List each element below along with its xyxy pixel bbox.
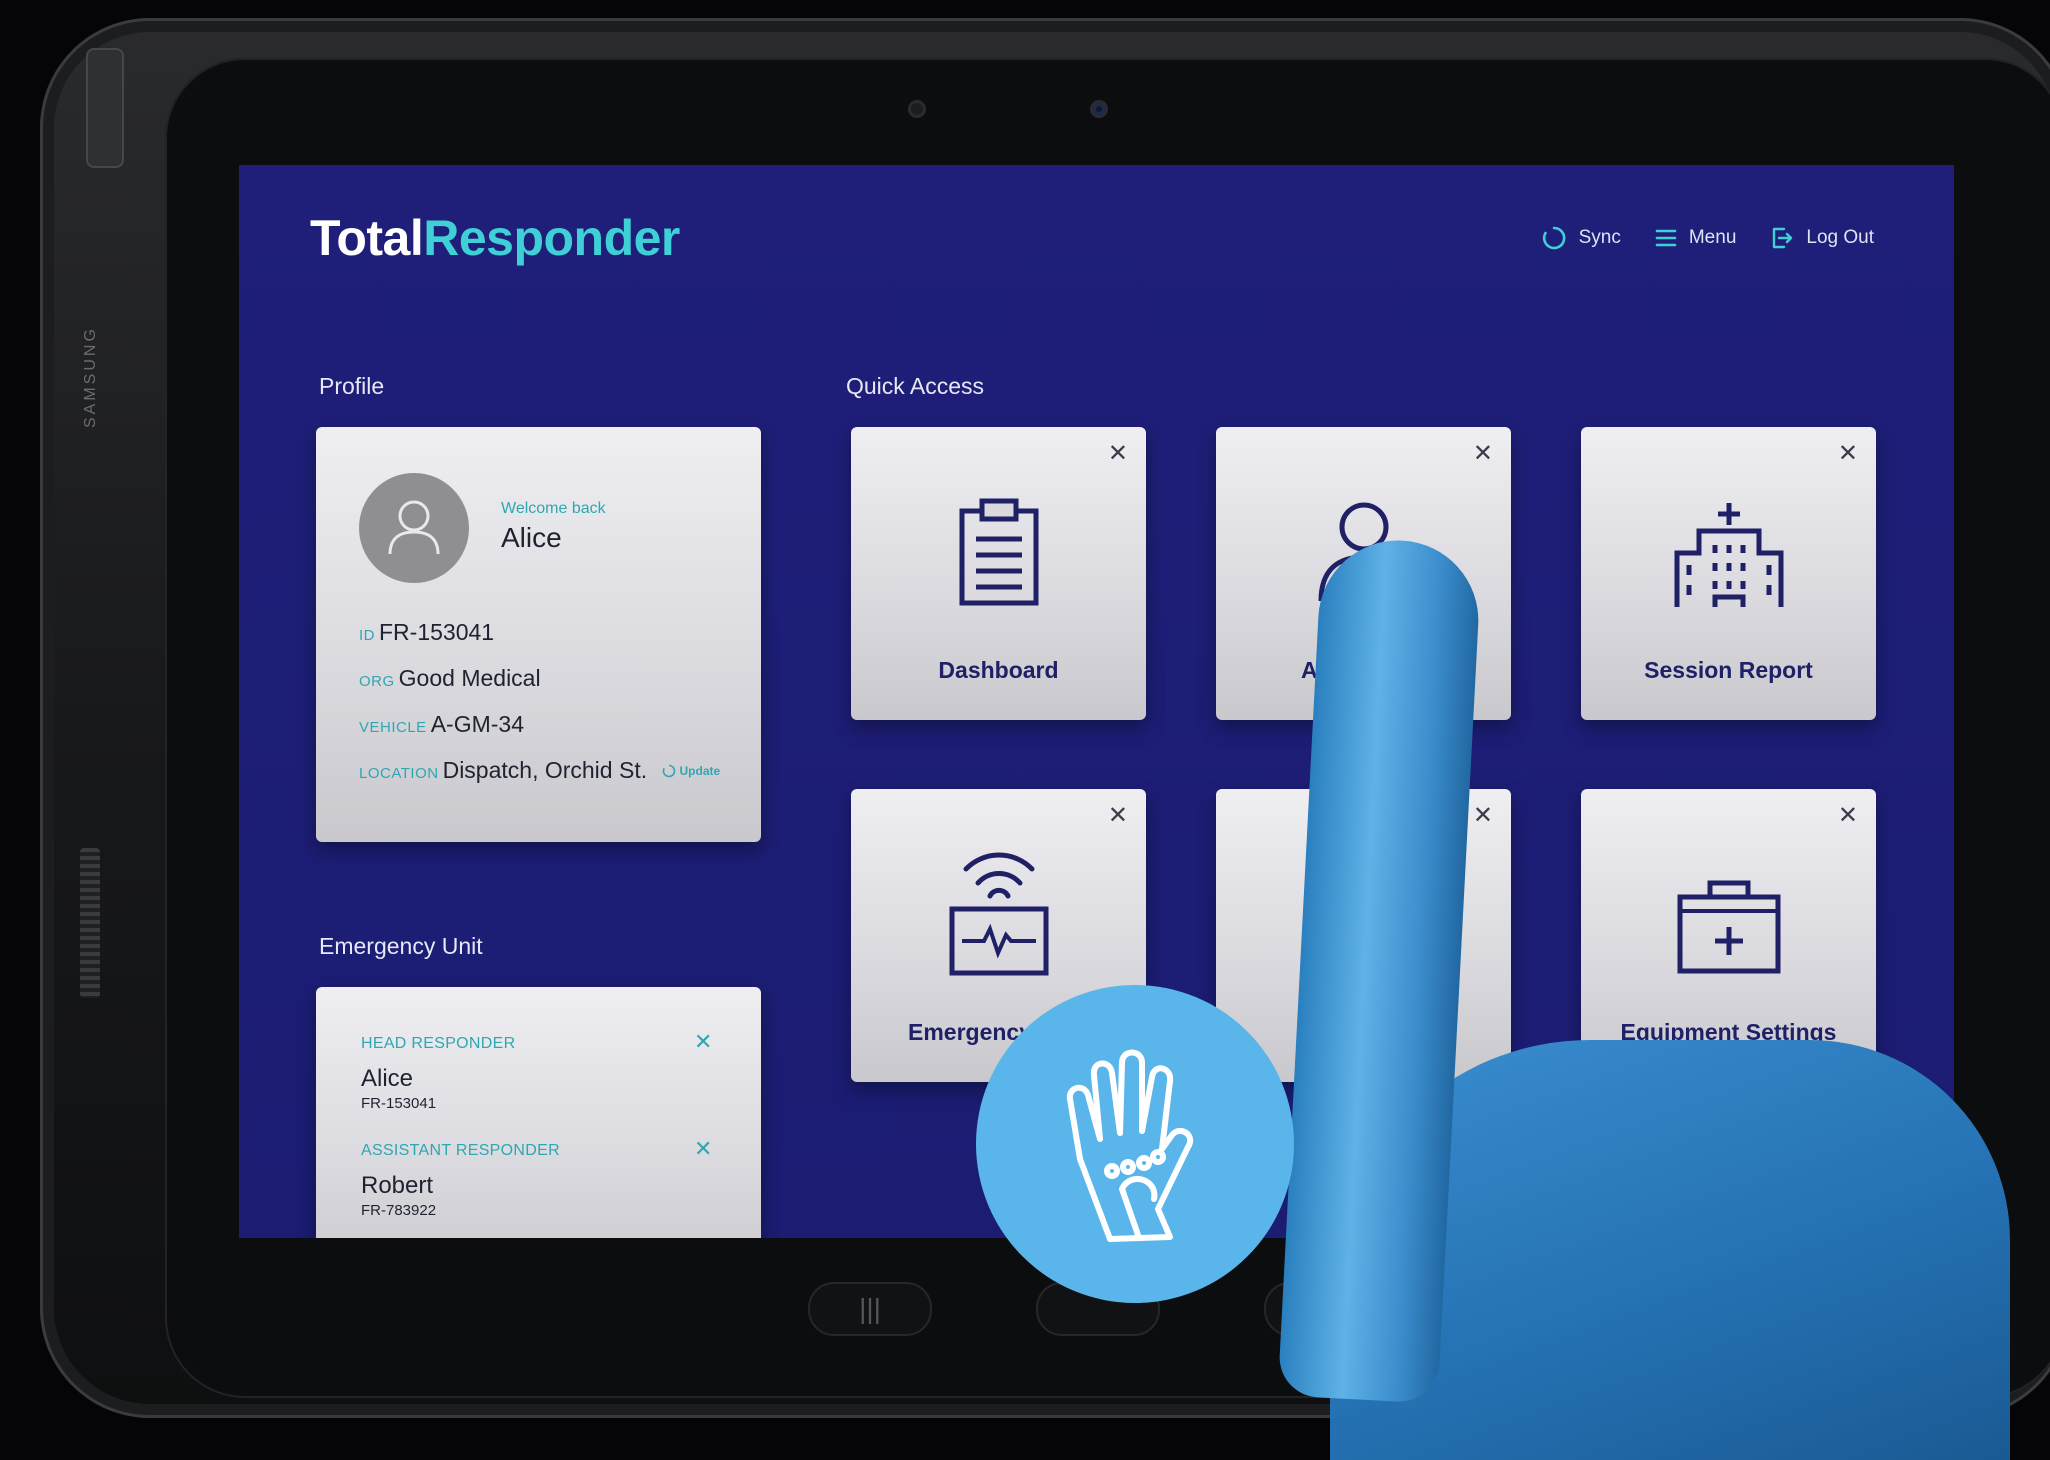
- org-key: ORG: [359, 673, 395, 690]
- update-location-button[interactable]: Update: [662, 764, 721, 778]
- member-role: HEAD RESPONDER: [361, 1035, 516, 1052]
- gloves-icon: [1066, 1049, 1193, 1242]
- vehicle-value: A-GM-34: [430, 711, 524, 737]
- location-row: LOCATION Dispatch, Orchid St. Update: [359, 757, 720, 784]
- quick-access-tile-dashboard[interactable]: ✕ Dashboard: [851, 427, 1146, 720]
- update-label: Update: [679, 764, 721, 778]
- top-navigation: Sync Menu Log Out: [1541, 225, 1874, 251]
- hospital-icon: [1581, 501, 1876, 611]
- location-value: Dispatch, Orchid St.: [442, 757, 648, 783]
- vehicle-key: VEHICLE: [359, 719, 427, 736]
- logo-part2: Responder: [423, 210, 680, 266]
- emergency-unit-card: HEAD RESPONDER Alice FR-153041 ✕ ASSISTA…: [316, 987, 761, 1238]
- quick-access-tile-session-report[interactable]: ✕ Session Report: [1581, 427, 1876, 720]
- tile-label: Session Report: [1644, 657, 1813, 683]
- id-key: ID: [359, 627, 375, 644]
- side-grip: [80, 848, 100, 998]
- camera-icon: [1090, 100, 1108, 118]
- sync-label: Sync: [1578, 227, 1621, 248]
- close-tile-icon[interactable]: ✕: [1838, 439, 1858, 468]
- tile-label: Dashboard: [938, 657, 1059, 683]
- stylus: [86, 48, 124, 168]
- close-tile-icon[interactable]: ✕: [1473, 439, 1493, 468]
- id-value: FR-153041: [379, 619, 495, 645]
- close-tile-icon[interactable]: ✕: [1838, 801, 1858, 830]
- profile-section-title: Profile: [319, 373, 385, 399]
- medical-kit-icon: [1581, 877, 1876, 977]
- app-logo: TotalResponder: [310, 209, 680, 267]
- vehicle-row: VEHICLE A-GM-34: [359, 711, 524, 738]
- member-name: Alice: [361, 1065, 414, 1092]
- member-role: ASSISTANT RESPONDER: [361, 1142, 560, 1159]
- remove-member-button[interactable]: ✕: [694, 1136, 712, 1162]
- monitor-signal-icon: [851, 847, 1146, 977]
- close-tile-icon[interactable]: ✕: [1108, 439, 1128, 468]
- menu-button[interactable]: Menu: [1655, 227, 1737, 249]
- profile-card: Welcome back Alice ID FR-153041 ORG Good M…: [316, 427, 761, 842]
- sync-button[interactable]: Sync: [1541, 225, 1621, 251]
- brand-label: SAMSUNG: [82, 326, 99, 428]
- clipboard-icon: [851, 497, 1146, 607]
- welcome-label: Welcome back: [501, 500, 606, 517]
- emergency-unit-section-title: Emergency Unit: [319, 933, 483, 959]
- org-value: Good Medical: [398, 665, 541, 691]
- menu-label: Menu: [1688, 227, 1737, 248]
- recents-button[interactable]: |||: [808, 1282, 932, 1336]
- sync-icon: [1542, 226, 1566, 250]
- logout-icon: [1773, 227, 1793, 249]
- gloves-badge: [976, 985, 1294, 1303]
- logo-part1: Total: [310, 210, 424, 266]
- logout-button[interactable]: Log Out: [1770, 226, 1874, 250]
- sensor-icon: [908, 100, 926, 118]
- member-id: FR-783922: [361, 1202, 437, 1219]
- org-row: ORG Good Medical: [359, 665, 541, 692]
- user-silhouette-icon: [388, 500, 440, 555]
- remove-member-button[interactable]: ✕: [694, 1029, 712, 1055]
- id-row: ID FR-153041: [359, 619, 494, 646]
- welcome-name: Alice: [501, 522, 562, 553]
- avatar: [359, 473, 469, 583]
- close-tile-icon[interactable]: ✕: [1473, 801, 1493, 830]
- location-key: LOCATION: [359, 765, 439, 782]
- quick-access-tile-equipment-settings[interactable]: ✕ Equipment Settings: [1581, 789, 1876, 1082]
- hamburger-icon: [1655, 229, 1677, 247]
- quick-access-section-title: Quick Access: [846, 373, 985, 399]
- recents-icon: |||: [859, 1293, 881, 1324]
- close-tile-icon[interactable]: ✕: [1108, 801, 1128, 830]
- member-id: FR-153041: [361, 1095, 437, 1112]
- member-name: Robert: [361, 1172, 434, 1199]
- logout-label: Log Out: [1806, 227, 1874, 248]
- refresh-icon: [662, 764, 675, 778]
